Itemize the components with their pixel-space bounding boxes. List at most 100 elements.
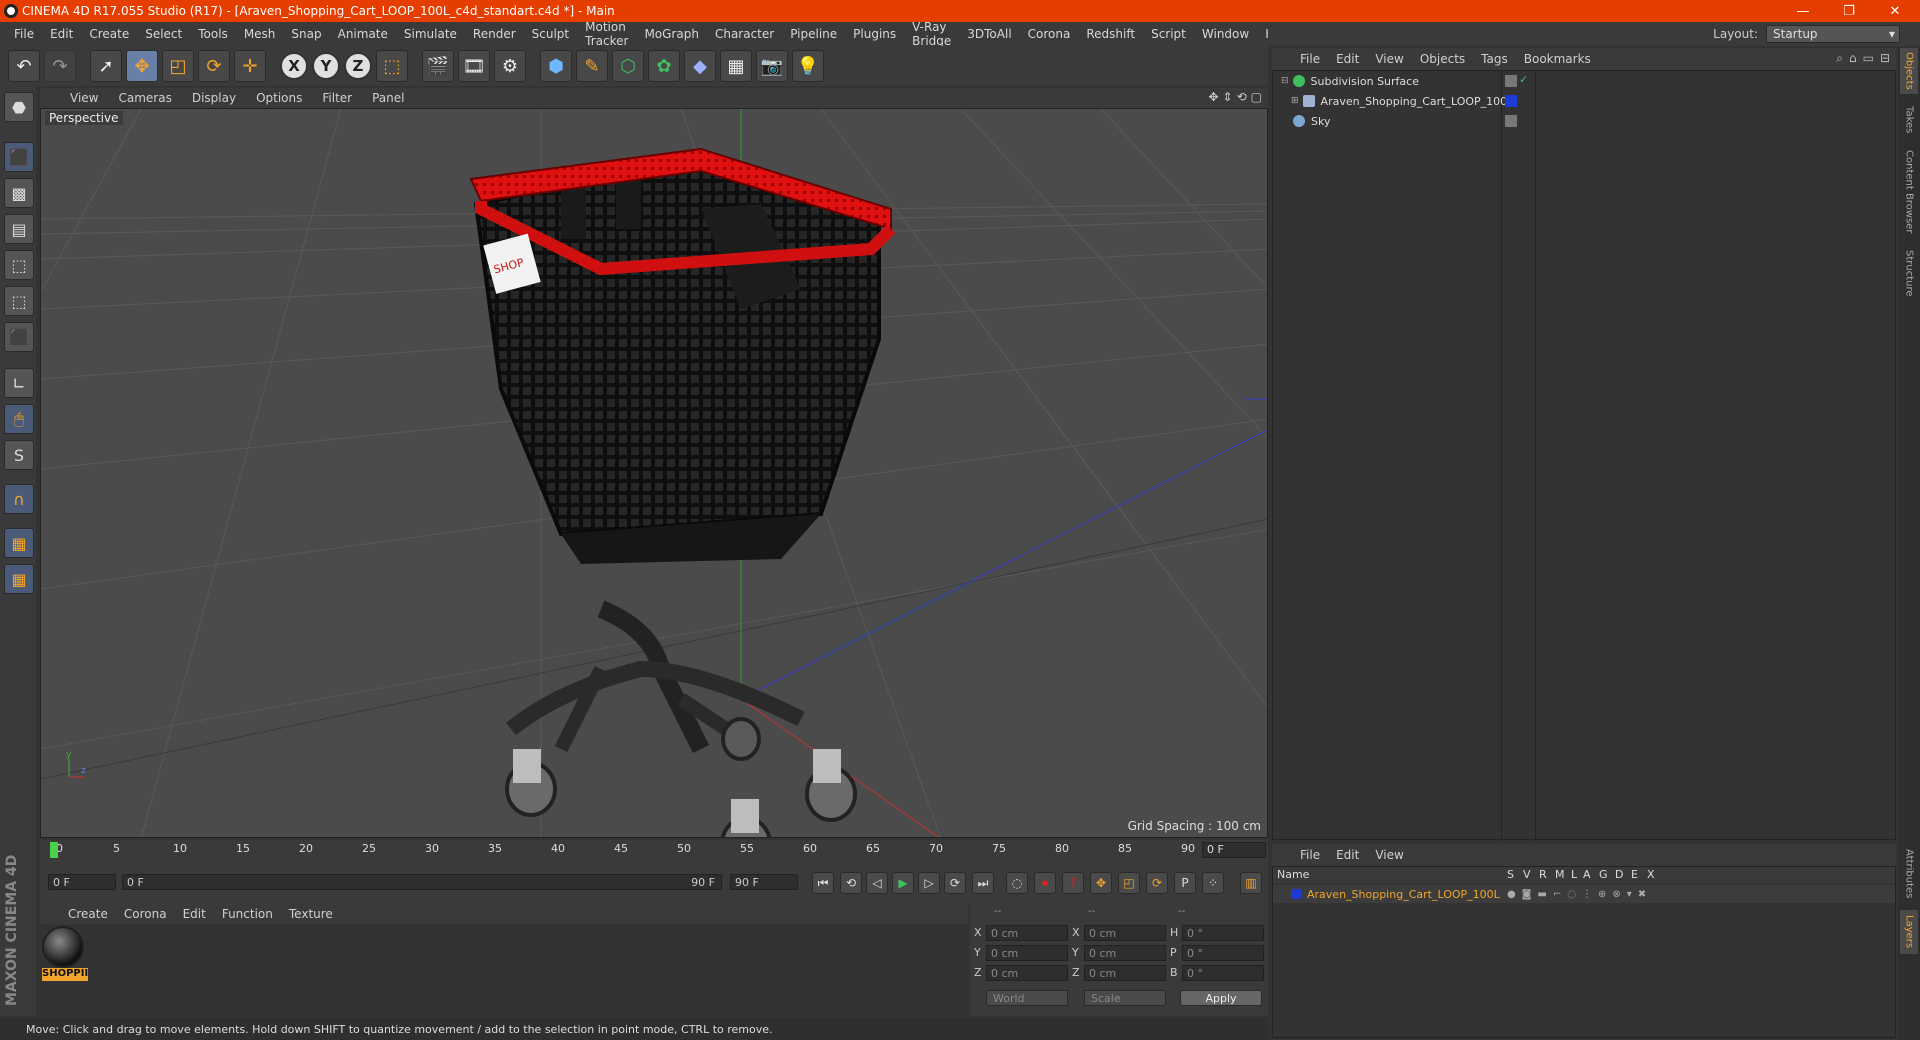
record-keyframes-icon[interactable]: ◌ xyxy=(1006,872,1028,894)
tab-content-browser[interactable]: Content Browser xyxy=(1900,146,1918,238)
layers-menu-edit[interactable]: Edit xyxy=(1328,848,1367,862)
objects-menu-bookmarks[interactable]: Bookmarks xyxy=(1516,52,1599,66)
next-key-icon[interactable]: ⟳ xyxy=(944,872,966,894)
collapse-icon[interactable]: ⊟ xyxy=(1281,76,1289,86)
maximize-view-icon[interactable]: ▢ xyxy=(1251,90,1262,104)
search-icon[interactable]: ⌕ xyxy=(1836,51,1843,66)
viewport-menu-options[interactable]: Options xyxy=(246,91,312,105)
tab-attributes[interactable]: Attributes xyxy=(1900,844,1918,904)
menu-select[interactable]: Select xyxy=(137,27,190,41)
menu-mograph[interactable]: MoGraph xyxy=(636,27,707,41)
tweak-mode-icon[interactable]: 🖱 xyxy=(4,404,34,434)
tab-layers[interactable]: Layers xyxy=(1900,910,1918,954)
size-mode-select[interactable]: Scale xyxy=(1084,990,1166,1006)
z-axis-lock-icon[interactable]: Z xyxy=(344,52,372,80)
redo-icon[interactable]: ↷ xyxy=(44,50,76,82)
pos-y-field[interactable]: 0 cm xyxy=(986,945,1068,961)
menu-script[interactable]: Script xyxy=(1143,27,1194,41)
menu-snap[interactable]: Snap xyxy=(283,27,329,41)
menu-3dtoall[interactable]: 3DToAll xyxy=(959,27,1019,41)
material-menu-edit[interactable]: Edit xyxy=(175,907,214,921)
layers-menu-file[interactable]: File xyxy=(1292,848,1328,862)
snap-icon[interactable]: ∩ xyxy=(4,484,34,514)
viewport-menu-display[interactable]: Display xyxy=(182,91,246,105)
cloner-icon[interactable]: ✿ xyxy=(648,50,680,82)
cube-primitive-icon[interactable]: ⬢ xyxy=(540,50,572,82)
viewport-menu-cameras[interactable]: Cameras xyxy=(108,91,181,105)
filter-icon[interactable]: ⊟ xyxy=(1880,51,1890,66)
prev-key-icon[interactable]: ⟲ xyxy=(840,872,862,894)
menu-corona[interactable]: Corona xyxy=(1020,27,1079,41)
points-mode-icon[interactable]: ⬚ xyxy=(4,250,34,280)
material-menu-corona[interactable]: Corona xyxy=(116,907,175,921)
scale-tool-icon[interactable]: ◰ xyxy=(162,50,194,82)
close-button[interactable]: ✕ xyxy=(1872,0,1918,22)
y-axis-lock-icon[interactable]: Y xyxy=(312,52,340,80)
menu-create[interactable]: Create xyxy=(81,27,137,41)
coordinate-system-icon[interactable]: ⬚ xyxy=(376,50,408,82)
rot-b-field[interactable]: 0 ° xyxy=(1182,965,1264,981)
next-frame-icon[interactable]: ▷ xyxy=(918,872,940,894)
timeline-window-icon[interactable]: ▥ xyxy=(1240,872,1262,894)
layer-toggle-icon[interactable] xyxy=(1505,115,1517,127)
menu-sculpt[interactable]: Sculpt xyxy=(524,27,577,41)
autokey-icon[interactable]: ⏺ xyxy=(1034,872,1056,894)
menu-tools[interactable]: Tools xyxy=(190,27,236,41)
subdivision-surface-icon[interactable]: ⬡ xyxy=(612,50,644,82)
menu-mesh[interactable]: Mesh xyxy=(236,27,284,41)
end-frame-field[interactable]: 90 F xyxy=(730,874,798,890)
apply-button[interactable]: Apply xyxy=(1180,990,1262,1006)
prev-frame-icon[interactable]: ◁ xyxy=(866,872,888,894)
menu-redshift[interactable]: Redshift xyxy=(1078,27,1143,41)
layer-row[interactable]: Araven_Shopping_Cart_LOOP_100L ●◙▬⌐◌⋮⊕⊗▾… xyxy=(1273,885,1895,903)
deformer-icon[interactable]: ◆ xyxy=(684,50,716,82)
viewport-menu-view[interactable]: View xyxy=(60,91,108,105)
key-scale-icon[interactable]: ◰ xyxy=(1118,872,1140,894)
objects-menu-tags[interactable]: Tags xyxy=(1473,52,1516,66)
menu-pipeline[interactable]: Pipeline xyxy=(782,27,845,41)
layers-menu-view[interactable]: View xyxy=(1367,848,1411,862)
size-y-field[interactable]: 0 cm xyxy=(1084,945,1166,961)
key-rotation-icon[interactable]: ⟳ xyxy=(1146,872,1168,894)
object-row[interactable]: ⊞ Araven_Shopping_Cart_LOOP_100L xyxy=(1273,91,1895,111)
layer-flag-icons[interactable]: ●◙▬⌐◌⋮⊕⊗▾✖ xyxy=(1507,889,1652,900)
expand-icon[interactable]: ⊞ xyxy=(1291,96,1299,106)
tab-objects[interactable]: Objects xyxy=(1900,48,1918,94)
x-axis-lock-icon[interactable]: X xyxy=(280,52,308,80)
key-pla-icon[interactable]: ⁘ xyxy=(1202,872,1224,894)
locked-workplane-icon[interactable]: ▦ xyxy=(4,528,34,558)
material-menu-create[interactable]: Create xyxy=(60,907,116,921)
objects-menu-view[interactable]: View xyxy=(1367,52,1411,66)
timeline-ruler[interactable]: 0 5 10 15 20 25 30 35 40 45 50 55 60 65 … xyxy=(40,840,1268,862)
pos-z-field[interactable]: 0 cm xyxy=(986,965,1068,981)
go-to-end-icon[interactable]: ⏭ xyxy=(972,872,994,894)
menu-vray-bridge[interactable]: V-Ray Bridge xyxy=(904,20,959,48)
move-tool-icon[interactable]: ✥ xyxy=(126,50,158,82)
layout-select[interactable]: Startup ▾ xyxy=(1766,25,1900,43)
pos-x-field[interactable]: 0 cm xyxy=(986,925,1068,941)
viewport-menu-panel[interactable]: Panel xyxy=(362,91,414,105)
objects-menu-file[interactable]: File xyxy=(1292,52,1328,66)
viewport-menu-filter[interactable]: Filter xyxy=(312,91,362,105)
menu-window[interactable]: Window xyxy=(1194,27,1257,41)
home-icon[interactable]: ⌂ xyxy=(1849,51,1857,66)
layer-color-swatch[interactable] xyxy=(1291,889,1301,899)
floor-icon[interactable]: ▦ xyxy=(720,50,752,82)
coordinate-space-select[interactable]: World xyxy=(986,990,1068,1006)
menu-motion-tracker[interactable]: Motion Tracker xyxy=(577,20,636,48)
make-editable-icon[interactable]: ⬣ xyxy=(4,92,34,122)
model-mode-icon[interactable]: ⬛ xyxy=(4,142,34,172)
menu-edit[interactable]: Edit xyxy=(42,27,81,41)
restore-button[interactable]: ❐ xyxy=(1826,0,1872,22)
viewport-perspective[interactable]: SHOP y z Perspective Grid Spacing : 100 … xyxy=(40,108,1268,838)
menu-render[interactable]: Render xyxy=(465,27,524,41)
layer-toggle-icon[interactable] xyxy=(1505,75,1517,87)
rot-h-field[interactable]: 0 ° xyxy=(1182,925,1264,941)
pan-icon[interactable]: ✥ xyxy=(1208,90,1218,104)
playhead-handle[interactable] xyxy=(50,842,58,858)
menu-animate[interactable]: Animate xyxy=(330,27,396,41)
rotate-tool-icon[interactable]: ⟳ xyxy=(198,50,230,82)
render-picture-viewer-icon[interactable]: 🎞 xyxy=(458,50,490,82)
menu-character[interactable]: Character xyxy=(707,27,782,41)
objects-menu-objects[interactable]: Objects xyxy=(1412,52,1473,66)
